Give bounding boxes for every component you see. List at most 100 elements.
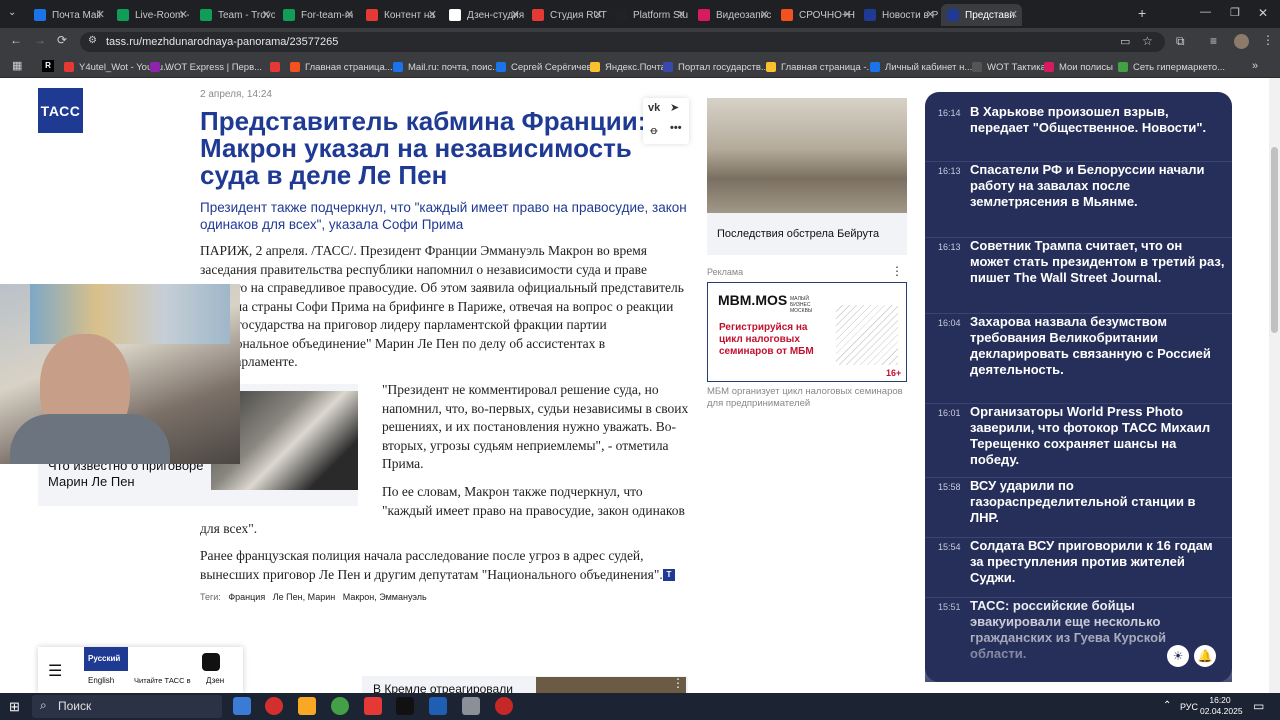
bookmark-item[interactable]: Сеть гипермаркето...: [1118, 60, 1225, 74]
news-headline[interactable]: Спасатели РФ и Белоруссии начали работу …: [970, 162, 1225, 210]
taskbar-clock[interactable]: 16:20 02.04.2025: [1200, 695, 1243, 717]
opera-icon[interactable]: [265, 697, 283, 715]
tag-link[interactable]: Макрон, Эммануэль: [343, 592, 427, 602]
bookmark-item[interactable]: Портал государств...: [663, 60, 769, 74]
tab-close-icon[interactable]: ✕: [843, 8, 852, 21]
tab-close-icon[interactable]: ✕: [926, 8, 935, 21]
cast-icon[interactable]: ▭: [1120, 35, 1130, 48]
bookmark-item[interactable]: Главная страница -...: [766, 60, 874, 74]
tab-close-icon[interactable]: ✕: [760, 8, 769, 21]
browser-tab[interactable]: Team - Trovo ✕: [194, 4, 275, 26]
bookmark-item[interactable]: Личный кабинет н...: [870, 60, 972, 74]
tab-search-icon[interactable]: ⌄: [8, 7, 16, 18]
news-headline[interactable]: ВСУ ударили по газораспределительной ста…: [970, 478, 1225, 526]
restore-icon[interactable]: ❐: [1230, 6, 1240, 19]
browser-tab[interactable]: Почта Mail ✕: [28, 4, 109, 26]
browser-tab[interactable]: Студия RUTI ✕: [526, 4, 607, 26]
bookmark-item[interactable]: Mail.ru: почта, поис...: [393, 60, 500, 74]
site-info-icon[interactable]: ⚙: [88, 35, 97, 46]
more-share-icon[interactable]: •••: [670, 122, 682, 134]
bookmark-item[interactable]: WOT Express | Перв...: [150, 60, 262, 74]
game-icon[interactable]: [462, 697, 480, 715]
file-explorer-icon[interactable]: [298, 697, 316, 715]
tab-close-icon[interactable]: ✕: [1009, 8, 1018, 21]
tab-close-icon[interactable]: ✕: [428, 8, 437, 21]
apps-icon[interactable]: ▦: [12, 59, 22, 72]
chrome-menu-icon[interactable]: ⋮: [1262, 33, 1274, 47]
bookmark-item[interactable]: [270, 60, 285, 74]
telegram-icon[interactable]: ➤: [670, 101, 679, 114]
ad-caption[interactable]: МБМ организует цикл налоговых семинаров …: [707, 386, 907, 410]
browser-tab[interactable]: СРОЧНО+Н ✕: [775, 4, 856, 26]
recorder-icon[interactable]: [495, 697, 513, 715]
browser-tab[interactable]: For-team-m ✕: [277, 4, 358, 26]
news-headline[interactable]: Организаторы World Press Photo заверили,…: [970, 404, 1225, 468]
bookmarks-overflow-icon[interactable]: »: [1252, 60, 1258, 72]
dzen-icon[interactable]: [202, 653, 220, 671]
yandex-icon[interactable]: [364, 697, 382, 715]
bottom-news-card-title[interactable]: В Кремле отреагировали: [373, 682, 513, 693]
taskbar-search[interactable]: ⌕ Поиск: [32, 695, 222, 718]
tab-close-icon[interactable]: ✕: [345, 8, 354, 21]
media-icon[interactable]: ≡: [1210, 34, 1217, 48]
news-item[interactable]: 15:54 Солдата ВСУ приговорили к 16 годам …: [925, 538, 1232, 598]
news-item[interactable]: 16:13 Спасатели РФ и Белоруссии начали ра…: [925, 162, 1232, 238]
news-headline[interactable]: Советник Трампа считает, что он может ст…: [970, 238, 1225, 286]
news-item[interactable]: 16:01 Организаторы World Press Photo заве…: [925, 404, 1232, 478]
bookmark-item[interactable]: Сергей Серёгичев: [496, 60, 592, 74]
bookmark-item[interactable]: Мои полисы: [1044, 60, 1113, 74]
extensions-icon[interactable]: ⧉: [1176, 34, 1185, 49]
tab-close-icon[interactable]: ✕: [677, 8, 686, 21]
reload-icon[interactable]: ⟳: [57, 33, 67, 47]
back-icon[interactable]: ←: [10, 33, 22, 47]
browser-tab[interactable]: Platform Stu ✕: [609, 4, 690, 26]
bookmark-star-icon[interactable]: ☆: [1142, 34, 1153, 48]
forward-icon[interactable]: →: [34, 33, 46, 47]
tag-link[interactable]: Ле Пен, Марин: [273, 592, 335, 602]
menu-search-icon[interactable]: ☰: [48, 661, 62, 681]
news-headline[interactable]: Солдата ВСУ приговорили к 16 годам за пр…: [970, 538, 1225, 586]
profile-avatar[interactable]: [1234, 34, 1249, 49]
bookmark-item[interactable]: Главная страница...: [290, 60, 393, 74]
tray-chevron-icon[interactable]: ⌃: [1163, 700, 1171, 711]
theme-toggle-icon[interactable]: ☀: [1167, 645, 1189, 667]
lang-ru-button[interactable]: Русский: [84, 647, 128, 671]
chrome-icon[interactable]: [331, 697, 349, 715]
news-headline[interactable]: Захарова назвала безумством требования В…: [970, 314, 1225, 378]
scrollbar-thumb[interactable]: [1271, 147, 1278, 333]
url-field[interactable]: ⚙ tass.ru/mezhdunarodnaya-panorama/23577…: [80, 32, 1165, 52]
browser-tab[interactable]: Видеозапис ✕: [692, 4, 773, 26]
tag-link[interactable]: Франция: [228, 592, 265, 602]
lang-en-button[interactable]: English: [88, 676, 114, 685]
word-icon[interactable]: [429, 697, 447, 715]
sidebar-photo[interactable]: [707, 98, 907, 213]
news-item[interactable]: 16:04 Захарова назвала безумством требова…: [925, 314, 1232, 404]
taskbar-app-icon[interactable]: [233, 697, 251, 715]
bookmark-item[interactable]: Яндекс.Почта: [590, 60, 666, 74]
video-editor-icon[interactable]: [396, 697, 414, 715]
browser-tab[interactable]: Контент на ✕: [360, 4, 441, 26]
browser-tab[interactable]: Live-Room - ✕: [111, 4, 192, 26]
bookmark-r-icon[interactable]: R: [42, 60, 54, 72]
browser-tab[interactable]: Дзен-студия ✕: [443, 4, 524, 26]
vk-icon[interactable]: vk: [648, 102, 660, 114]
close-window-icon[interactable]: ✕: [1258, 6, 1268, 20]
tab-close-icon[interactable]: ✕: [594, 8, 603, 21]
news-item[interactable]: 16:13 Советник Трампа считает, что он мож…: [925, 238, 1232, 314]
tab-close-icon[interactable]: ✕: [511, 8, 520, 21]
ad-menu-icon[interactable]: ⋮: [891, 264, 903, 278]
tass-logo[interactable]: ТАСС: [38, 88, 83, 133]
notification-center-icon[interactable]: ▭: [1253, 699, 1264, 713]
bookmark-item[interactable]: WOT Тактика: [972, 60, 1046, 74]
browser-tab[interactable]: Представи ✕: [941, 4, 1022, 26]
notifications-bell-icon[interactable]: 🔔: [1194, 645, 1216, 667]
dzen-link[interactable]: Дзен: [206, 676, 224, 685]
tab-close-icon[interactable]: ✕: [179, 8, 188, 21]
bottom-card-menu-icon[interactable]: ⋮: [672, 676, 684, 690]
news-headline[interactable]: В Харькове произошел взрыв, передает "Об…: [970, 104, 1225, 136]
minimize-icon[interactable]: —: [1200, 6, 1211, 18]
bottom-news-card-image[interactable]: [536, 677, 686, 693]
odnoklassniki-icon[interactable]: ꝋ: [650, 124, 658, 137]
browser-tab[interactable]: Новости в Р ✕: [858, 4, 939, 26]
news-item[interactable]: 16:14 В Харькове произошел взрыв, передае…: [925, 104, 1232, 162]
